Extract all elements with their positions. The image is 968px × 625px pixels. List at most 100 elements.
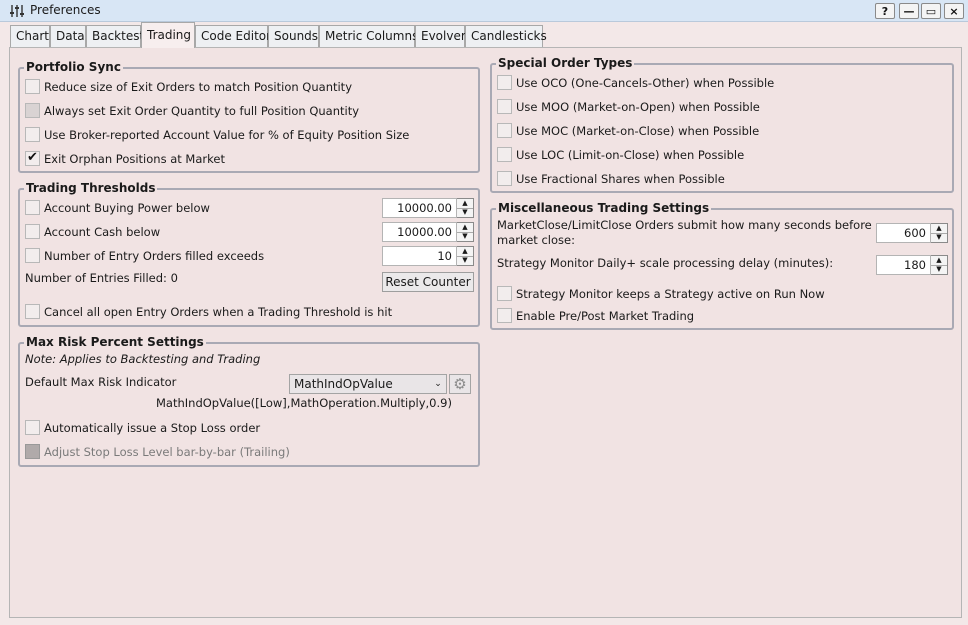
down-arrow-icon[interactable]: ▼	[931, 232, 947, 243]
checkbox[interactable]	[497, 75, 512, 90]
moc-option[interactable]: Use MOC (Market-on-Close) when Possible	[497, 123, 759, 138]
pre-post-market-option[interactable]: Enable Pre/Post Market Trading	[497, 308, 694, 323]
cancel-entry-orders-option[interactable]: Cancel all open Entry Orders when a Trad…	[25, 304, 392, 319]
down-arrow-icon[interactable]: ▼	[931, 264, 947, 275]
tab-data[interactable]: Data	[50, 25, 86, 47]
tab-trading[interactable]: Trading	[141, 22, 195, 48]
monitor-delay-stepper[interactable]: 180 ▲ ▼	[876, 255, 948, 275]
monitor-delay-label: Strategy Monitor Daily+ scale processing…	[497, 256, 834, 270]
stepper-value[interactable]: 600	[876, 223, 931, 243]
option-label: Always set Exit Order Quantity to full P…	[44, 103, 360, 118]
down-arrow-icon[interactable]: ▼	[457, 255, 473, 266]
checkbox[interactable]	[25, 444, 40, 459]
checkbox[interactable]	[497, 99, 512, 114]
checkbox[interactable]	[25, 420, 40, 435]
tab-chart[interactable]: Chart	[10, 25, 50, 47]
stepper-value[interactable]: 10	[382, 246, 457, 266]
tab-sounds[interactable]: Sounds	[268, 25, 319, 47]
down-arrow-icon[interactable]: ▼	[457, 231, 473, 242]
option-label: Strategy Monitor keeps a Strategy active…	[516, 286, 825, 301]
option-label: Use Broker-reported Account Value for % …	[44, 127, 410, 142]
group-title: Special Order Types	[496, 56, 635, 70]
checkbox[interactable]	[497, 123, 512, 138]
indicator-expression: MathIndOpValue([Low],MathOperation.Multi…	[156, 396, 452, 410]
trading-panel: Portfolio Sync Reduce size of Exit Order…	[9, 47, 962, 618]
chevron-down-icon[interactable]: ⌄	[430, 379, 446, 389]
stepper-value[interactable]: 10000.00	[382, 198, 457, 218]
reset-counter-button[interactable]: Reset Counter	[382, 272, 474, 292]
stepper-value[interactable]: 10000.00	[382, 222, 457, 242]
checkbox[interactable]	[25, 304, 40, 319]
tab-evolver[interactable]: Evolver	[415, 25, 466, 47]
maximize-button[interactable]: ▭	[921, 3, 941, 19]
select-value: MathIndOpValue	[294, 377, 393, 391]
buying-power-option[interactable]: Account Buying Power below	[25, 200, 210, 215]
gear-icon[interactable]: ⚙	[449, 374, 471, 394]
broker-account-value-option[interactable]: Use Broker-reported Account Value for % …	[25, 127, 409, 142]
stop-loss-option[interactable]: Automatically issue a Stop Loss order	[25, 420, 260, 435]
group-title: Max Risk Percent Settings	[24, 335, 206, 349]
tab-backtest[interactable]: Backtest	[86, 25, 144, 47]
option-label: Automatically issue a Stop Loss order	[44, 420, 261, 435]
option-label: Use LOC (Limit-on-Close) when Possible	[516, 147, 745, 162]
title-bar: Preferences ? — ▭ ×	[0, 0, 968, 22]
up-arrow-icon[interactable]: ▲	[931, 256, 947, 265]
max-risk-indicator-select[interactable]: MathIndOpValue ⌄	[289, 374, 447, 394]
minimize-button[interactable]: —	[899, 3, 919, 19]
checkbox[interactable]	[25, 150, 40, 166]
checkbox[interactable]	[497, 308, 512, 323]
full-position-quantity-option[interactable]: Always set Exit Order Quantity to full P…	[25, 103, 359, 118]
checkbox[interactable]	[25, 248, 40, 263]
fractional-shares-option[interactable]: Use Fractional Shares when Possible	[497, 171, 725, 186]
tab-candlesticks[interactable]: Candlesticks	[465, 25, 547, 47]
entry-orders-stepper[interactable]: 10 ▲ ▼	[382, 246, 474, 266]
up-arrow-icon[interactable]: ▲	[457, 247, 473, 256]
option-label: Number of Entry Orders filled exceeds	[44, 248, 265, 263]
buying-power-stepper[interactable]: 10000.00 ▲ ▼	[382, 198, 474, 218]
up-arrow-icon[interactable]: ▲	[931, 224, 947, 233]
checkbox[interactable]	[497, 147, 512, 162]
option-label: Use OCO (One-Cancels-Other) when Possibl…	[516, 75, 775, 90]
misc-trading-settings-group: Miscellaneous Trading Settings MarketClo…	[490, 201, 954, 330]
account-cash-option[interactable]: Account Cash below	[25, 224, 160, 239]
checkbox[interactable]	[25, 103, 40, 118]
checkbox[interactable]	[497, 171, 512, 186]
close-seconds-stepper[interactable]: 600 ▲ ▼	[876, 223, 948, 243]
account-cash-stepper[interactable]: 10000.00 ▲ ▼	[382, 222, 474, 242]
tab-code-editor[interactable]: Code Editor	[195, 25, 271, 47]
option-label: Account Cash below	[44, 224, 161, 239]
exit-orphan-positions-option[interactable]: Exit Orphan Positions at Market	[25, 150, 225, 166]
max-risk-group: Max Risk Percent Settings Note: Applies …	[18, 335, 480, 467]
checkbox[interactable]	[25, 127, 40, 142]
close-seconds-label: MarketClose/LimitClose Orders submit how…	[497, 218, 872, 232]
moo-option[interactable]: Use MOO (Market-on-Open) when Possible	[497, 99, 760, 114]
tab-strip: Chart Data Backtest Trading Code Editor …	[0, 22, 968, 48]
option-label: Use MOO (Market-on-Open) when Possible	[516, 99, 760, 114]
checkbox[interactable]	[497, 286, 512, 301]
option-label: Cancel all open Entry Orders when a Trad…	[44, 304, 393, 319]
entry-orders-option[interactable]: Number of Entry Orders filled exceeds	[25, 248, 264, 263]
option-label: Adjust Stop Loss Level bar-by-bar (Trail…	[44, 444, 290, 459]
portfolio-sync-group: Portfolio Sync Reduce size of Exit Order…	[18, 60, 480, 173]
up-arrow-icon[interactable]: ▲	[457, 199, 473, 208]
help-button[interactable]: ?	[875, 3, 895, 19]
option-label: Reduce size of Exit Orders to match Posi…	[44, 79, 352, 94]
option-label: Enable Pre/Post Market Trading	[516, 308, 695, 323]
keep-strategy-active-option[interactable]: Strategy Monitor keeps a Strategy active…	[497, 286, 825, 301]
loc-option[interactable]: Use LOC (Limit-on-Close) when Possible	[497, 147, 744, 162]
close-seconds-label-cont: market close:	[497, 233, 575, 247]
checkbox[interactable]	[25, 200, 40, 215]
group-title: Trading Thresholds	[24, 181, 158, 195]
reduce-exit-orders-option[interactable]: Reduce size of Exit Orders to match Posi…	[25, 79, 352, 94]
close-button[interactable]: ×	[944, 3, 964, 19]
checkbox[interactable]	[25, 224, 40, 239]
checkbox[interactable]	[25, 79, 40, 94]
sliders-icon	[10, 5, 24, 17]
adjust-stop-loss-option[interactable]: Adjust Stop Loss Level bar-by-bar (Trail…	[25, 444, 290, 459]
oco-option[interactable]: Use OCO (One-Cancels-Other) when Possibl…	[497, 75, 774, 90]
up-arrow-icon[interactable]: ▲	[457, 223, 473, 232]
down-arrow-icon[interactable]: ▼	[457, 207, 473, 218]
stepper-value[interactable]: 180	[876, 255, 931, 275]
tab-metric-columns[interactable]: Metric Columns	[319, 25, 418, 47]
max-risk-note: Note: Applies to Backtesting and Trading	[25, 352, 261, 366]
